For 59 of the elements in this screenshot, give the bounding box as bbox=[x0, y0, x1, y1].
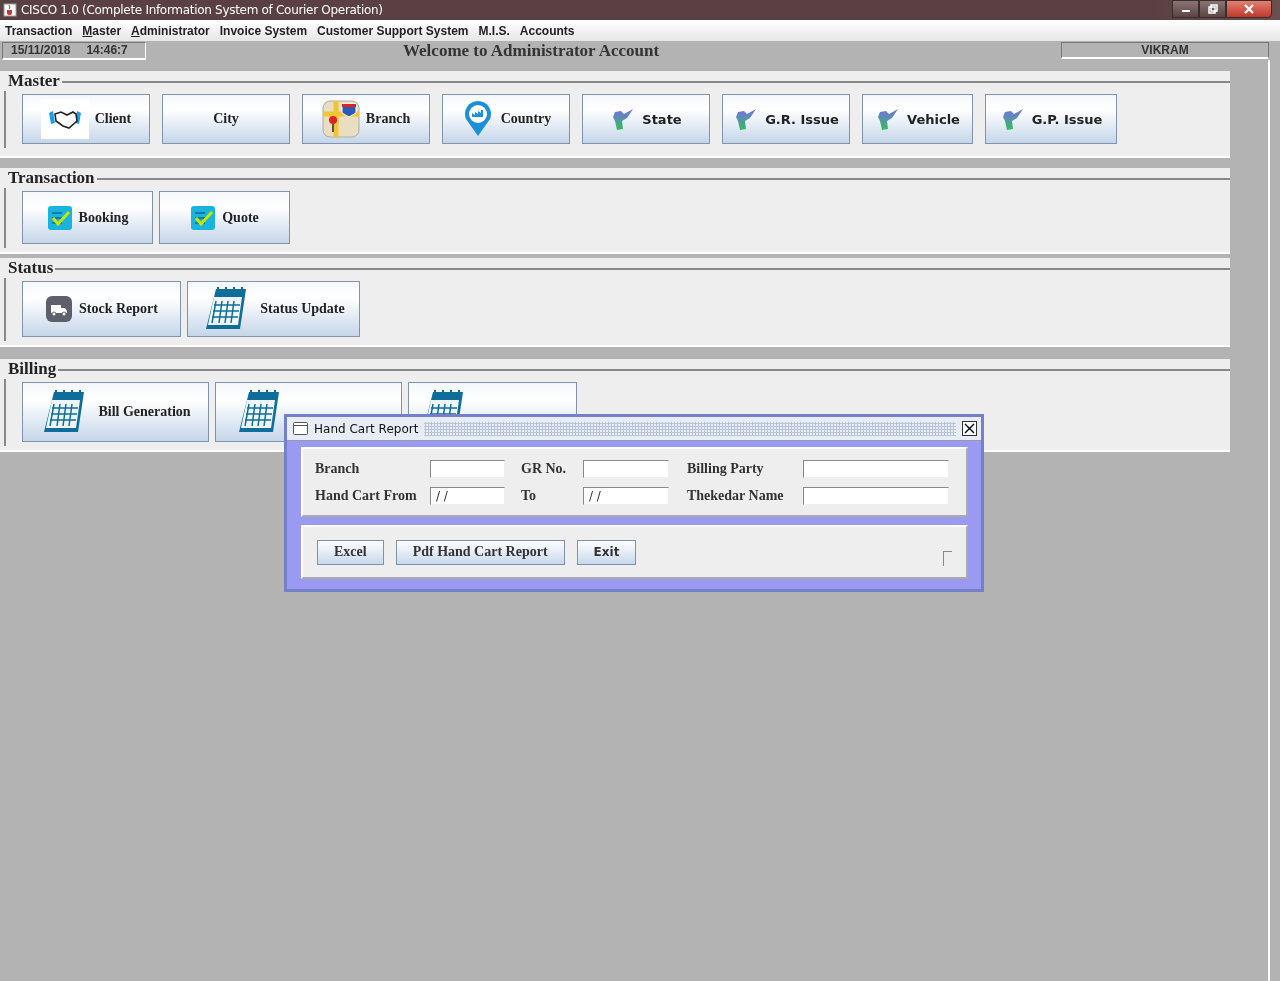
close-button[interactable] bbox=[962, 421, 977, 436]
menu-tile-button[interactable]: G.P. Issue bbox=[985, 94, 1117, 144]
field-label: GR No. bbox=[521, 461, 568, 477]
menu-tile-button[interactable]: Client bbox=[22, 94, 150, 144]
field-label: To bbox=[521, 488, 538, 504]
input-field[interactable]: / / bbox=[583, 487, 669, 505]
field-label: Billing Party bbox=[687, 461, 765, 477]
close-button[interactable] bbox=[1226, 0, 1272, 18]
close-icon bbox=[1243, 4, 1255, 14]
menu-tile-button[interactable]: Country bbox=[442, 94, 570, 144]
java-cup-icon bbox=[3, 3, 17, 17]
checklist-icon bbox=[190, 204, 217, 231]
date-label: 15/11/2018 bbox=[11, 43, 71, 57]
field-label: Branch bbox=[315, 461, 361, 477]
dialog-button[interactable]: Exit bbox=[576, 539, 637, 565]
menu-item[interactable]: Invoice System bbox=[216, 23, 314, 38]
input-field[interactable] bbox=[430, 460, 505, 478]
menu-item[interactable]: Administrator bbox=[128, 23, 216, 38]
user-name-label: VIKRAM bbox=[1061, 42, 1269, 59]
menu-tile-button[interactable]: City bbox=[162, 94, 290, 144]
dialog-button[interactable]: Pdf Hand Cart Report bbox=[395, 539, 565, 565]
menu-tile-button[interactable]: Status Update bbox=[187, 281, 360, 337]
section-title: Status bbox=[7, 258, 55, 278]
section-title: Billing bbox=[7, 359, 58, 379]
menu-tile-button[interactable]: Branch bbox=[302, 94, 430, 144]
window-icon bbox=[293, 422, 308, 435]
window-title: CISCO 1.0 (Complete Information System of Courier Operation) bbox=[21, 3, 383, 17]
dialog-button[interactable]: Excel bbox=[317, 539, 384, 565]
menu-tile-button[interactable]: Booking bbox=[22, 191, 153, 244]
input-field[interactable] bbox=[583, 460, 669, 478]
time-label: 14:46:7 bbox=[86, 43, 128, 57]
checklist-icon bbox=[46, 204, 73, 231]
close-icon bbox=[964, 423, 975, 434]
truck-icon bbox=[45, 295, 74, 323]
menu-tile-button[interactable]: G.R. Issue bbox=[722, 94, 850, 144]
menu-item[interactable]: M.I.S. bbox=[475, 23, 516, 38]
menu-tile-button[interactable]: Stock Report bbox=[22, 281, 181, 337]
section-title: Transaction bbox=[7, 168, 96, 188]
menu-tile-button[interactable]: Vehicle bbox=[862, 94, 973, 144]
restore-icon bbox=[1207, 4, 1218, 14]
menu-tile-button[interactable]: Quote bbox=[159, 191, 290, 244]
welcome-heading: Welcome to Administrator Account bbox=[403, 40, 660, 61]
minimize-button[interactable] bbox=[1172, 0, 1199, 18]
menu-item[interactable]: Accounts bbox=[516, 23, 581, 38]
input-field[interactable]: / / bbox=[430, 487, 505, 505]
field-label: Thekedar Name bbox=[687, 488, 785, 504]
menu-tile-button[interactable]: State bbox=[582, 94, 710, 144]
menu-tile-button[interactable]: Bill Generation bbox=[22, 382, 209, 442]
menu-item[interactable]: Customer Support System bbox=[314, 23, 475, 38]
menu-item[interactable]: Master bbox=[79, 23, 128, 38]
field-label: Hand Cart From bbox=[315, 488, 418, 504]
input-field[interactable] bbox=[803, 460, 949, 478]
menu-item[interactable]: Transaction bbox=[2, 23, 79, 38]
dialog-title: Hand Cart Report bbox=[314, 421, 419, 436]
section-title: Master bbox=[7, 71, 61, 91]
restore-button[interactable] bbox=[1199, 0, 1226, 18]
input-field[interactable] bbox=[803, 487, 949, 505]
map-icon bbox=[321, 100, 360, 138]
resize-corner-icon bbox=[943, 551, 952, 566]
